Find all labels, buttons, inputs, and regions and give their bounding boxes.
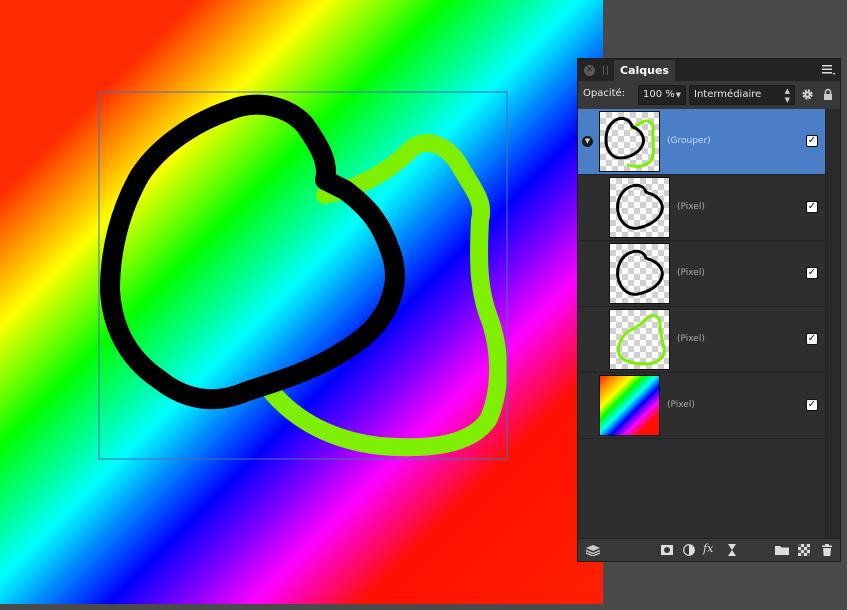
chevron-down-icon: ▼ — [675, 91, 681, 99]
panel-tab-bar: ✕ Calques — [578, 59, 840, 81]
layers-list: ▼ (Grouper) ✓ (Pixel) ✓ (Pixel) ✓ (Pixel… — [578, 109, 826, 439]
layer-name: (Pixel) — [677, 202, 705, 212]
layer-thumbnail — [599, 375, 660, 436]
blend-mode-dropdown[interactable]: Intermédiaire ▲ ▼ — [689, 85, 795, 105]
trash-icon[interactable] — [821, 544, 833, 556]
layers-scrollbar[interactable] — [825, 109, 840, 539]
adjustment-icon[interactable] — [683, 544, 695, 556]
layers-footer-toolbar: fx — [578, 538, 840, 561]
layer-row-pixel[interactable]: (Pixel) ✓ — [578, 241, 826, 307]
layer-name: (Grouper) — [667, 136, 711, 146]
close-panel-icon[interactable]: ✕ — [584, 65, 595, 76]
expand-triangle-icon[interactable]: ▼ — [582, 136, 593, 147]
visibility-checkbox[interactable]: ✓ — [806, 333, 818, 345]
layer-row-pixel[interactable]: (Pixel) ✓ — [578, 373, 826, 439]
stepper-arrows-icon: ▲ ▼ — [784, 87, 790, 104]
visibility-checkbox[interactable]: ✓ — [806, 399, 818, 411]
layer-row-pixel[interactable]: (Pixel) ✓ — [578, 175, 826, 241]
opacity-value: 100 % — [643, 89, 675, 100]
layer-thumbnail — [609, 309, 670, 370]
panel-grip-icon[interactable] — [603, 66, 608, 75]
mask-icon[interactable] — [661, 544, 673, 556]
canvas-drawing — [98, 91, 508, 460]
add-pixel-layer-icon[interactable] — [798, 544, 810, 556]
layer-thumbnail — [599, 111, 660, 172]
layer-thumbnail — [609, 243, 670, 304]
layers-toolbar: Opacité: 100 % ▼ Intermédiaire ▲ ▼ — [578, 81, 840, 110]
visibility-checkbox[interactable]: ✓ — [806, 135, 818, 147]
layer-row-group[interactable]: ▼ (Grouper) ✓ — [578, 109, 826, 175]
blend-mode-value: Intermédiaire — [694, 89, 762, 100]
live-filter-icon[interactable] — [726, 544, 738, 556]
layer-name: (Pixel) — [667, 400, 695, 410]
panel-menu-icon[interactable] — [822, 64, 836, 76]
layers-stack-icon[interactable] — [585, 544, 601, 556]
tab-layers[interactable]: Calques — [614, 60, 675, 81]
opacity-label: Opacité: — [583, 88, 626, 99]
layer-name: (Pixel) — [677, 268, 705, 278]
layer-name: (Pixel) — [677, 334, 705, 344]
folder-icon[interactable] — [775, 544, 789, 556]
fx-icon[interactable]: fx — [703, 542, 713, 555]
visibility-checkbox[interactable]: ✓ — [806, 267, 818, 279]
document-canvas[interactable] — [0, 0, 603, 604]
layer-thumbnail — [609, 177, 670, 238]
visibility-checkbox[interactable]: ✓ — [806, 201, 818, 213]
gear-icon[interactable] — [801, 88, 814, 101]
layer-row-pixel[interactable]: (Pixel) ✓ — [578, 307, 826, 373]
black-brush-stroke — [100, 94, 405, 410]
lock-icon[interactable] — [823, 88, 833, 101]
layers-panel: ✕ Calques Opacité: 100 % ▼ Intermédiaire… — [577, 58, 841, 562]
opacity-dropdown[interactable]: 100 % ▼ — [638, 85, 686, 105]
